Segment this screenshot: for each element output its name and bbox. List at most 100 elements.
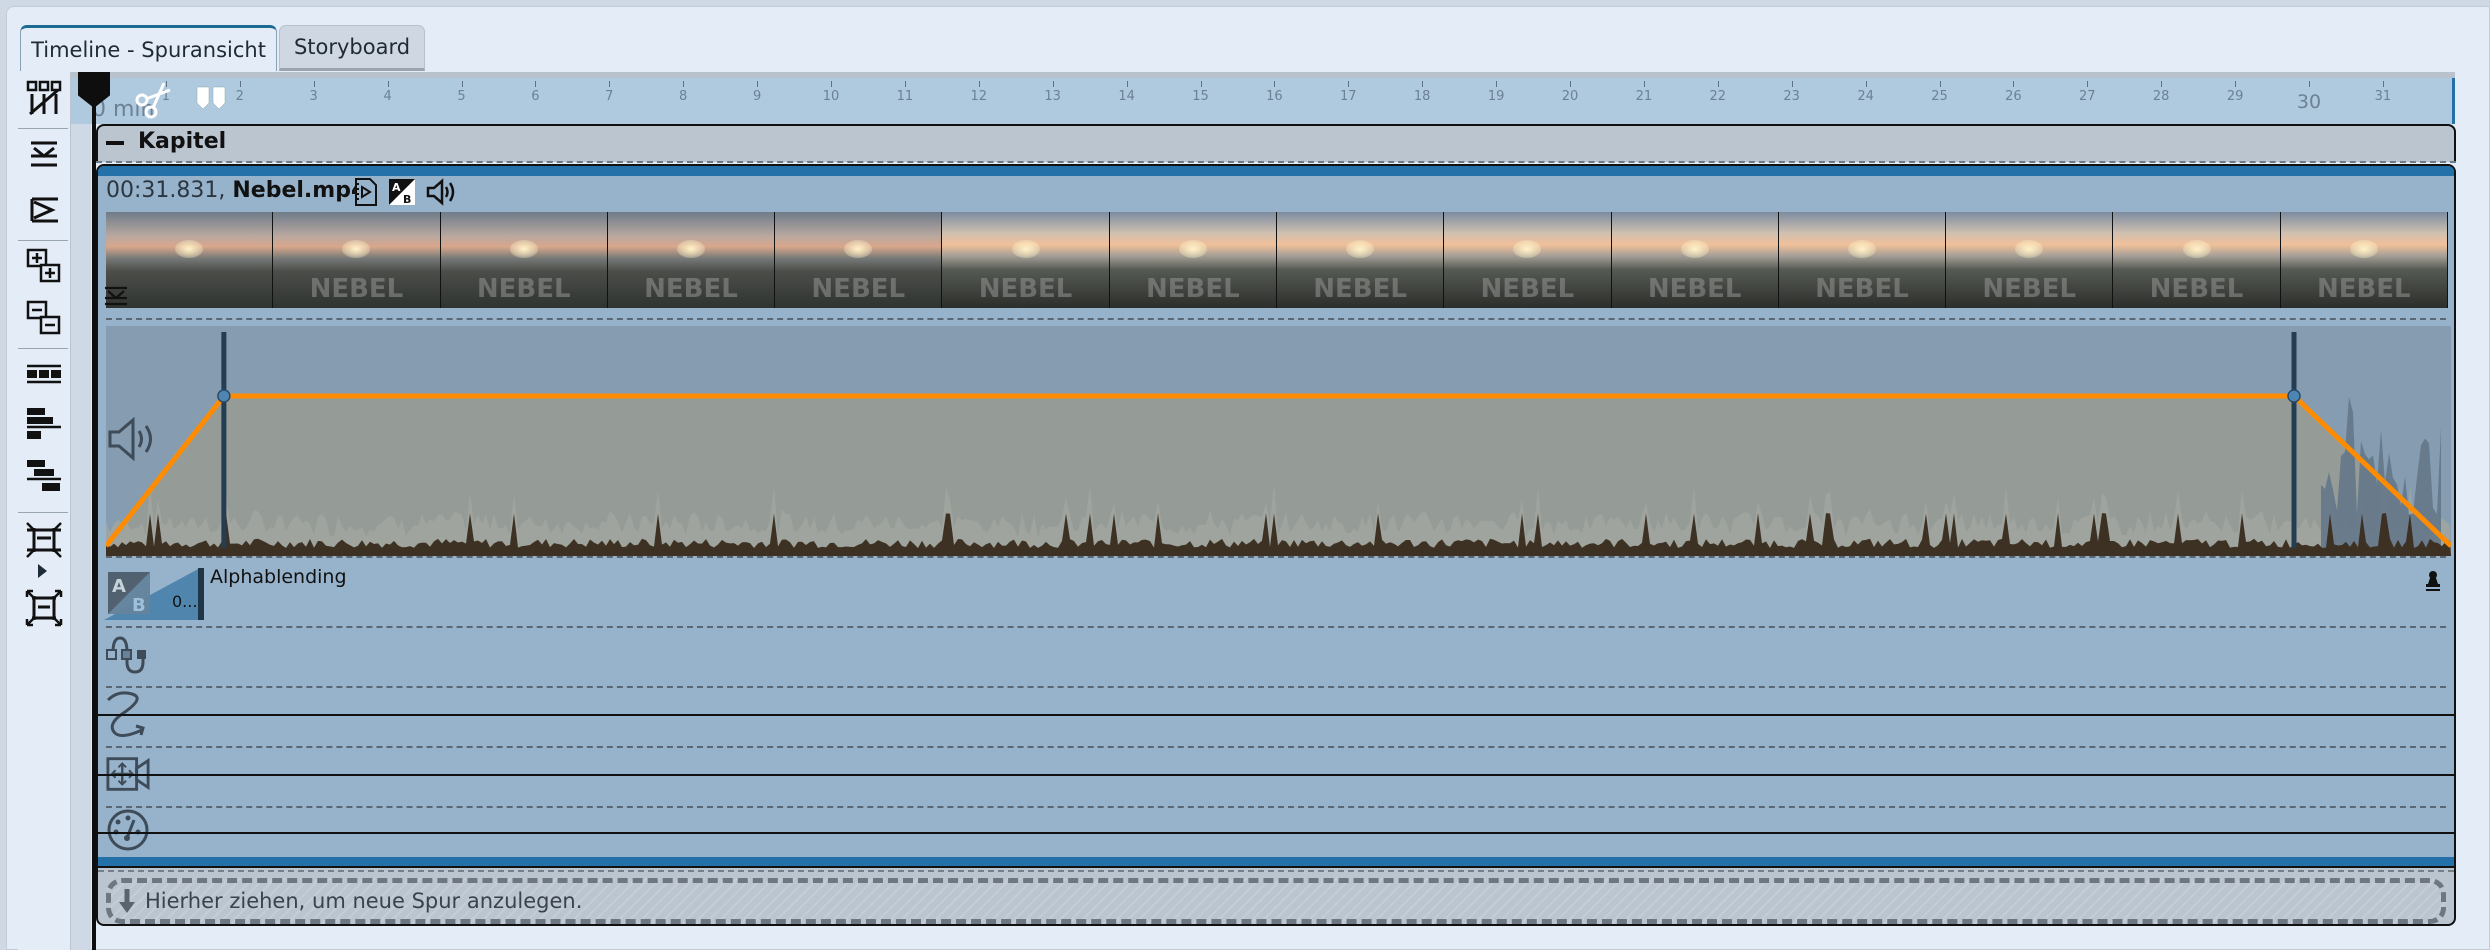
clip-bottom-bar [98, 857, 2454, 866]
thumbnail-strip[interactable]: NEBEL NEBEL NEBEL NEBEL NEBEL NEBEL NEBEL NEBEL… [106, 212, 2448, 308]
fit-expand-icon [25, 589, 63, 627]
remove-track-button[interactable] [24, 298, 64, 338]
clip-icons: AB [354, 178, 456, 206]
thumbnail-watermark: NEBEL [1647, 274, 1742, 304]
collapse-tracks-icon [31, 141, 57, 167]
audio-waveform-track[interactable] [106, 326, 2451, 556]
ruler-label: 20 [1561, 89, 1579, 104]
ruler-label: 8 [679, 89, 688, 104]
ruler-label: 28 [2152, 89, 2170, 104]
transition-name: Alphablending [210, 566, 347, 588]
track-divider [106, 806, 2446, 808]
drop-zone-divider [98, 870, 2454, 872]
svg-text:A: A [392, 181, 401, 194]
thumbnail: NEBEL [2113, 212, 2281, 308]
time-ruler[interactable]: 1 2 3 4 5 6 7 8 9 10 11 12 13 14 15 16 17 18 19 20 21 22 23 24 2… [71, 72, 2455, 124]
speed-track[interactable] [106, 808, 150, 852]
ruler-label: 6 [531, 89, 540, 104]
track-divider [106, 626, 2446, 628]
thumbnail-watermark: NEBEL [1313, 274, 1407, 304]
tab-storyboard[interactable]: Storyboard [279, 25, 425, 71]
thumbnail-watermark: NEBEL [811, 274, 906, 304]
ruler-label: 16 [1266, 89, 1283, 104]
fit-expand-button[interactable] [24, 588, 64, 628]
thumbnail-sun [1847, 240, 1876, 258]
thumbnail-sun [1178, 240, 1207, 258]
ruler-label: 17 [1340, 89, 1357, 104]
tab-timeline[interactable]: Timeline - Spuransicht [20, 25, 277, 71]
ruler-label: 4 [383, 89, 392, 104]
thumbnail-sun [2015, 240, 2044, 258]
thumbnail-sun [175, 240, 204, 258]
ruler-tick [609, 81, 611, 87]
ruler-tick [2382, 81, 2384, 87]
ruler-tick [2013, 81, 2015, 87]
thumbnail: NEBEL [1109, 212, 1277, 308]
collapse-tracks-button[interactable] [24, 134, 64, 174]
thumbnail-sun [1513, 240, 1542, 258]
video-clip[interactable]: 00:31.831, Nebel.mp4 AB NEBEL NEBEL NEBEL N… [96, 164, 2456, 868]
drop-zone-area[interactable]: Hierher ziehen, um neue Spur anzulegen. [106, 878, 2446, 924]
thumbnail-watermark: NEBEL [1815, 274, 1909, 304]
transition-ab-icon[interactable]: AB [388, 178, 416, 206]
ruler-tick [313, 81, 315, 87]
ruler-tick [1200, 81, 1202, 87]
thumbnail-watermark: NEBEL [644, 274, 738, 304]
thumbnail: NEBEL [607, 212, 776, 308]
align-stagger-button[interactable] [24, 456, 64, 496]
new-track-drop-zone[interactable]: Hierher ziehen, um neue Spur anzulegen. [96, 868, 2456, 926]
film-strip-button[interactable] [24, 354, 64, 394]
marker-icon[interactable] [196, 86, 226, 114]
clip-title: 00:31.831, Nebel.mp4 [106, 178, 366, 203]
align-left-button[interactable] [24, 404, 64, 444]
add-track-button[interactable] [24, 246, 64, 286]
keyframe-point-fade-in[interactable] [217, 389, 231, 403]
align-stagger-icon [27, 460, 61, 491]
ruler-label: 21 [1635, 89, 1653, 104]
thumbnail: NEBEL [1778, 212, 1947, 308]
thumbnail: NEBEL [1946, 212, 2114, 308]
collapse-chapter-button[interactable] [106, 141, 124, 145]
video-file-icon[interactable] [354, 178, 378, 206]
keyframe-point-fade-out[interactable] [2287, 389, 2301, 403]
ruler-end-marker [2452, 78, 2455, 124]
expand-tracks-button[interactable] [24, 190, 64, 230]
thumbnail-sun [1680, 240, 1709, 258]
cut-tool-icon[interactable] [134, 80, 174, 124]
color-curve-track[interactable] [106, 632, 150, 676]
thumbnail-watermark: NEBEL [1145, 274, 1240, 304]
ruler-tick [2087, 81, 2089, 87]
thumbnail: NEBEL [775, 212, 943, 308]
playhead-line[interactable] [92, 72, 96, 950]
thumbnail-watermark: NEBEL [309, 274, 404, 304]
thumbnail-watermark: NEBEL [476, 274, 571, 304]
ruler-label: 5 [457, 89, 466, 104]
chapter-header[interactable]: Kapitel [96, 124, 2456, 162]
remove-track-icon [26, 300, 61, 335]
ruler-tick [1052, 81, 1054, 87]
track-header-gap [71, 72, 91, 950]
svg-text:B: B [132, 595, 146, 616]
ruler-tick [2235, 81, 2237, 87]
ruler-tick [239, 81, 241, 87]
ruler-label: 10 [822, 89, 840, 104]
keyframe-handle-fade-in[interactable] [221, 332, 227, 548]
expand-arrow-icon[interactable] [38, 564, 47, 578]
stamp-icon[interactable] [2424, 570, 2442, 592]
collapse-track-icon[interactable] [104, 286, 128, 306]
ruler-label: 22 [1709, 89, 1727, 104]
speaker-icon[interactable] [426, 178, 456, 206]
ruler-label: 30 [2296, 91, 2322, 113]
keyframe-handle-fade-out[interactable] [2291, 332, 2297, 548]
ruler-label: 12 [970, 89, 988, 104]
fit-shrink-button[interactable] [24, 520, 64, 560]
thumbnail-sun [1346, 240, 1375, 258]
ruler-tick [461, 81, 463, 87]
ruler-label: 13 [1044, 89, 1061, 104]
tab-timeline-label: Timeline - Spuransicht [31, 37, 266, 62]
thumbnail: NEBEL [1276, 212, 1445, 308]
speedometer-icon [107, 809, 149, 851]
thumbnail-sun [1011, 240, 1040, 258]
split-tracks-button[interactable] [24, 78, 64, 118]
ruler-tick [1643, 81, 1645, 87]
